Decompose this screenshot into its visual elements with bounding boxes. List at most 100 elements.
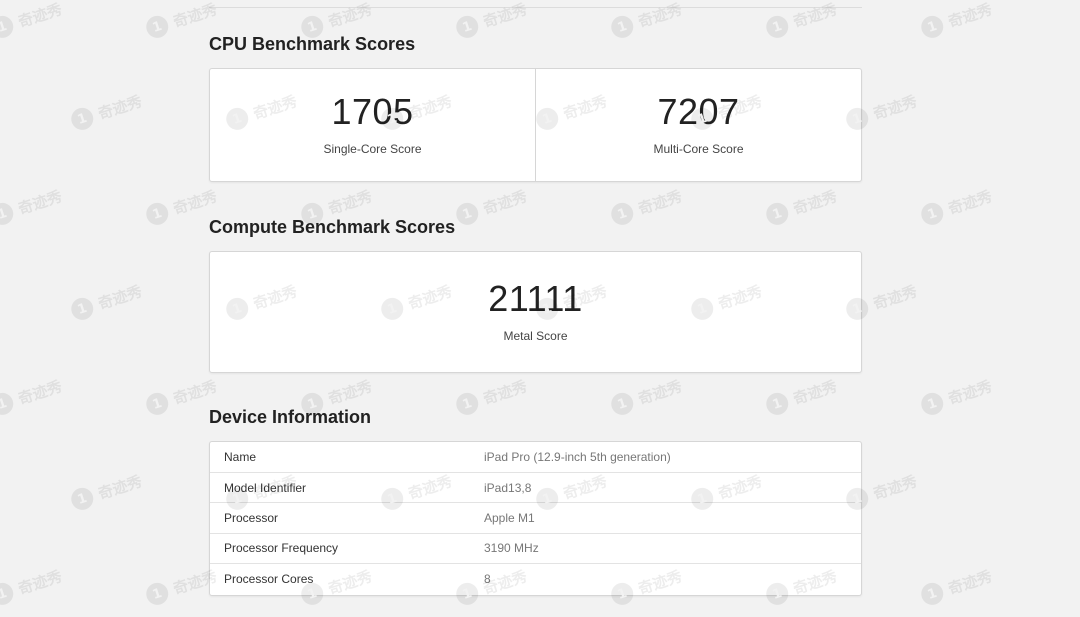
watermark-logo-icon: 1	[763, 200, 792, 228]
watermark: 1奇迹秀	[918, 374, 995, 418]
watermark-logo-icon: 1	[0, 13, 17, 41]
watermark-text: 奇迹秀	[480, 186, 530, 218]
watermark-text: 奇迹秀	[95, 281, 145, 313]
watermark-text: 奇迹秀	[870, 471, 920, 503]
watermark-logo-icon: 1	[918, 390, 947, 418]
multi-core-score: 7207 Multi-Core Score	[535, 69, 861, 181]
watermark-logo-icon: 1	[453, 390, 482, 418]
device-name-key: Name	[224, 449, 257, 464]
watermark-text: 奇迹秀	[15, 566, 65, 598]
metal-score-label: Metal Score	[503, 329, 568, 343]
watermark-logo-icon: 1	[763, 390, 792, 418]
watermark-text: 奇迹秀	[325, 376, 375, 408]
watermark-text: 奇迹秀	[945, 0, 995, 31]
processor-frequency-value: 3190 MHz	[470, 532, 861, 564]
watermark-logo-icon: 1	[918, 580, 947, 608]
single-core-score: 1705 Single-Core Score	[210, 69, 535, 181]
watermark-text: 奇迹秀	[325, 186, 375, 218]
device-name-value: iPad Pro (12.9-inch 5th generation)	[484, 449, 671, 464]
watermark: 1奇迹秀	[68, 89, 145, 133]
watermark-text: 奇迹秀	[480, 376, 530, 408]
watermark-logo-icon: 1	[608, 390, 637, 418]
watermark-text: 奇迹秀	[15, 186, 65, 218]
watermark-logo-icon: 1	[608, 200, 637, 228]
processor-cores-key: Processor Cores	[210, 563, 470, 594]
watermark: 1奇迹秀	[918, 564, 995, 608]
watermark-text: 奇迹秀	[635, 186, 685, 218]
table-row: Processor Cores 8	[210, 563, 861, 594]
watermark: 1奇迹秀	[68, 469, 145, 513]
processor-frequency-key: Processor Frequency	[210, 532, 470, 564]
processor-value: Apple M1	[470, 502, 861, 534]
watermark: 1奇迹秀	[0, 0, 65, 41]
compute-section-title: Compute Benchmark Scores	[209, 217, 456, 237]
watermark-logo-icon: 1	[68, 295, 97, 323]
cpu-scores-card: 1705 Single-Core Score 7207 Multi-Core S…	[209, 68, 862, 182]
watermark-text: 奇迹秀	[945, 186, 995, 218]
watermark-logo-icon: 1	[453, 13, 482, 41]
watermark-text: 奇迹秀	[635, 376, 685, 408]
watermark-text: 奇迹秀	[945, 566, 995, 598]
watermark-text: 奇迹秀	[870, 281, 920, 313]
watermark-logo-icon: 1	[143, 200, 172, 228]
processor-cores-value: 8	[470, 563, 861, 594]
watermark-logo-icon: 1	[453, 200, 482, 228]
cpu-section-title: CPU Benchmark Scores	[209, 34, 416, 54]
watermark: 1奇迹秀	[0, 374, 65, 418]
multi-core-score-label: Multi-Core Score	[653, 142, 744, 156]
device-info-table: Name iPad Pro (12.9-inch 5th generation)…	[210, 442, 861, 594]
watermark: 1奇迹秀	[453, 374, 530, 418]
compute-scores-card: 21111 Metal Score	[209, 251, 862, 373]
watermark-text: 奇迹秀	[95, 471, 145, 503]
watermark-text: 奇迹秀	[790, 376, 840, 408]
watermark-text: 奇迹秀	[170, 0, 220, 31]
watermark: 1奇迹秀	[918, 0, 994, 41]
watermark-text: 奇迹秀	[480, 0, 530, 31]
watermark-logo-icon: 1	[68, 105, 97, 133]
watermark: 1奇迹秀	[763, 184, 840, 228]
watermark: 1奇迹秀	[918, 184, 995, 228]
table-row: Model Identifier iPad13,8	[210, 471, 861, 503]
watermark-logo-icon: 1	[143, 390, 172, 418]
model-identifier-key: Model Identifier	[210, 471, 470, 503]
metal-score: 21111 Metal Score	[210, 252, 861, 372]
watermark-text: 奇迹秀	[170, 186, 220, 218]
watermark: 1奇迹秀	[453, 184, 530, 228]
watermark: 1奇迹秀	[68, 279, 145, 323]
table-row: Name iPad Pro (12.9-inch 5th generation)	[210, 442, 861, 472]
watermark-logo-icon: 1	[0, 200, 17, 228]
watermark-text: 奇迹秀	[325, 0, 375, 31]
device-info-card: Name iPad Pro (12.9-inch 5th generation)…	[209, 441, 862, 596]
watermark-text: 奇迹秀	[170, 376, 220, 408]
watermark: 1奇迹秀	[608, 184, 685, 228]
watermark: 1奇迹秀	[763, 374, 840, 418]
watermark-logo-icon: 1	[143, 13, 172, 41]
model-identifier-value: iPad13,8	[470, 471, 861, 503]
metal-score-value: 21111	[488, 278, 583, 319]
watermark-text: 奇迹秀	[790, 186, 840, 218]
watermark-text: 奇迹秀	[790, 0, 840, 31]
watermark: 1奇迹秀	[608, 374, 685, 418]
watermark-text: 奇迹秀	[945, 376, 995, 408]
watermark-logo-icon: 1	[68, 485, 97, 513]
watermark: 1奇迹秀	[0, 564, 65, 608]
table-row: Processor Apple M1	[210, 502, 861, 534]
top-divider	[209, 7, 862, 8]
single-core-score-label: Single-Core Score	[323, 142, 422, 156]
single-core-score-value: 1705	[331, 91, 414, 132]
watermark-logo-icon: 1	[763, 13, 792, 41]
watermark-text: 奇迹秀	[15, 376, 65, 408]
watermark-text: 奇迹秀	[95, 91, 145, 123]
watermark-logo-icon: 1	[0, 390, 17, 418]
watermark-text: 奇迹秀	[15, 0, 65, 31]
device-section-title: Device Information	[209, 407, 372, 427]
watermark-logo-icon: 1	[608, 13, 637, 41]
table-row: Processor Frequency 3190 MHz	[210, 532, 861, 564]
watermark-text: 奇迹秀	[870, 91, 920, 123]
processor-key: Processor	[210, 502, 470, 534]
watermark-logo-icon: 1	[143, 580, 172, 608]
watermark-logo-icon: 1	[918, 13, 947, 41]
multi-core-score-value: 7207	[657, 91, 740, 132]
watermark: 1奇迹秀	[0, 184, 65, 228]
watermark-logo-icon: 1	[0, 580, 17, 608]
